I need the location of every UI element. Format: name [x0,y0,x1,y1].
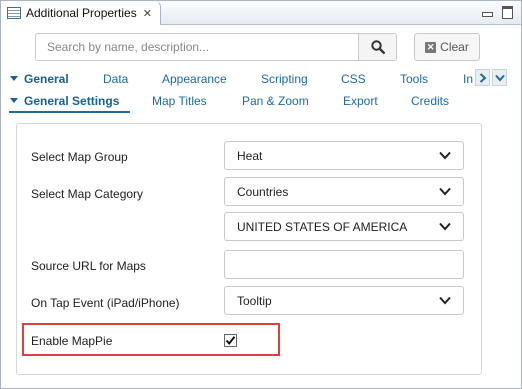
on-tap-event-select[interactable]: Tooltip [224,286,464,315]
subtab-credits[interactable]: Credits [411,94,449,108]
scroll-right-button[interactable] [475,69,490,86]
source-url-field[interactable] [224,250,464,279]
view-tab-additional-properties[interactable]: Additional Properties ✕ [1,1,161,25]
subtab-map-titles[interactable]: Map Titles [152,94,207,108]
tab-general[interactable]: General [24,72,69,86]
view-tab-bar: Additional Properties ✕ [1,1,521,25]
tab-css[interactable]: CSS [341,72,366,86]
enable-mappie-checkbox[interactable] [224,334,237,347]
expanded-caret-icon [10,76,18,81]
chevron-down-icon [439,187,451,196]
subtab-expanded-caret-icon [10,98,18,103]
subtab-general-settings[interactable]: General Settings [24,94,119,108]
search-input[interactable] [36,34,358,60]
chevron-down-icon [494,74,505,82]
chevron-down-icon [439,151,451,160]
checkmark-icon [225,336,236,346]
tab-in[interactable]: In [463,72,473,86]
map-category-select[interactable]: Countries [224,177,464,206]
clear-button-label: Clear [440,40,469,54]
minimize-icon[interactable] [481,6,493,18]
map-category-value: Countries [237,184,289,199]
window-controls [481,6,513,18]
on-tap-event-value: Tooltip [237,293,272,308]
chevron-down-icon [439,296,451,305]
clear-button[interactable]: ✕ Clear [414,33,480,61]
active-subtab-indicator [9,111,130,113]
search-button[interactable] [358,34,396,60]
close-icon[interactable]: ✕ [143,7,152,20]
subtab-export[interactable]: Export [343,94,378,108]
chevron-right-icon [479,72,487,83]
enable-mappie-label: Enable MapPie [31,334,113,348]
country-value: UNITED STATES OF AMERICA [237,219,408,234]
on-tap-event-label: On Tap Event (iPad/iPhone) [31,296,180,310]
tab-data[interactable]: Data [103,72,128,86]
tab-appearance[interactable]: Appearance [162,72,227,86]
clear-icon: ✕ [425,41,437,53]
country-select[interactable]: UNITED STATES OF AMERICA [224,212,464,241]
tab-list-dropdown-button[interactable] [492,69,507,86]
tab-scroll-controls [475,69,507,86]
search-box [35,33,397,61]
map-group-value: Heat [237,148,263,163]
tab-tools[interactable]: Tools [400,72,428,86]
chevron-down-icon [439,222,451,231]
view-tab-title: Additional Properties [26,6,137,20]
search-icon [370,40,385,54]
additional-properties-window: Additional Properties ✕ ✕ Clear General … [0,0,522,389]
tab-scripting[interactable]: Scripting [261,72,308,86]
source-url-label: Source URL for Maps [31,259,146,273]
map-group-label: Select Map Group [31,150,128,164]
map-group-select[interactable]: Heat [224,141,464,170]
properties-icon [7,7,21,19]
map-category-label: Select Map Category [31,187,144,201]
subtab-pan-zoom[interactable]: Pan & Zoom [242,94,309,108]
maximize-icon[interactable] [501,6,513,18]
